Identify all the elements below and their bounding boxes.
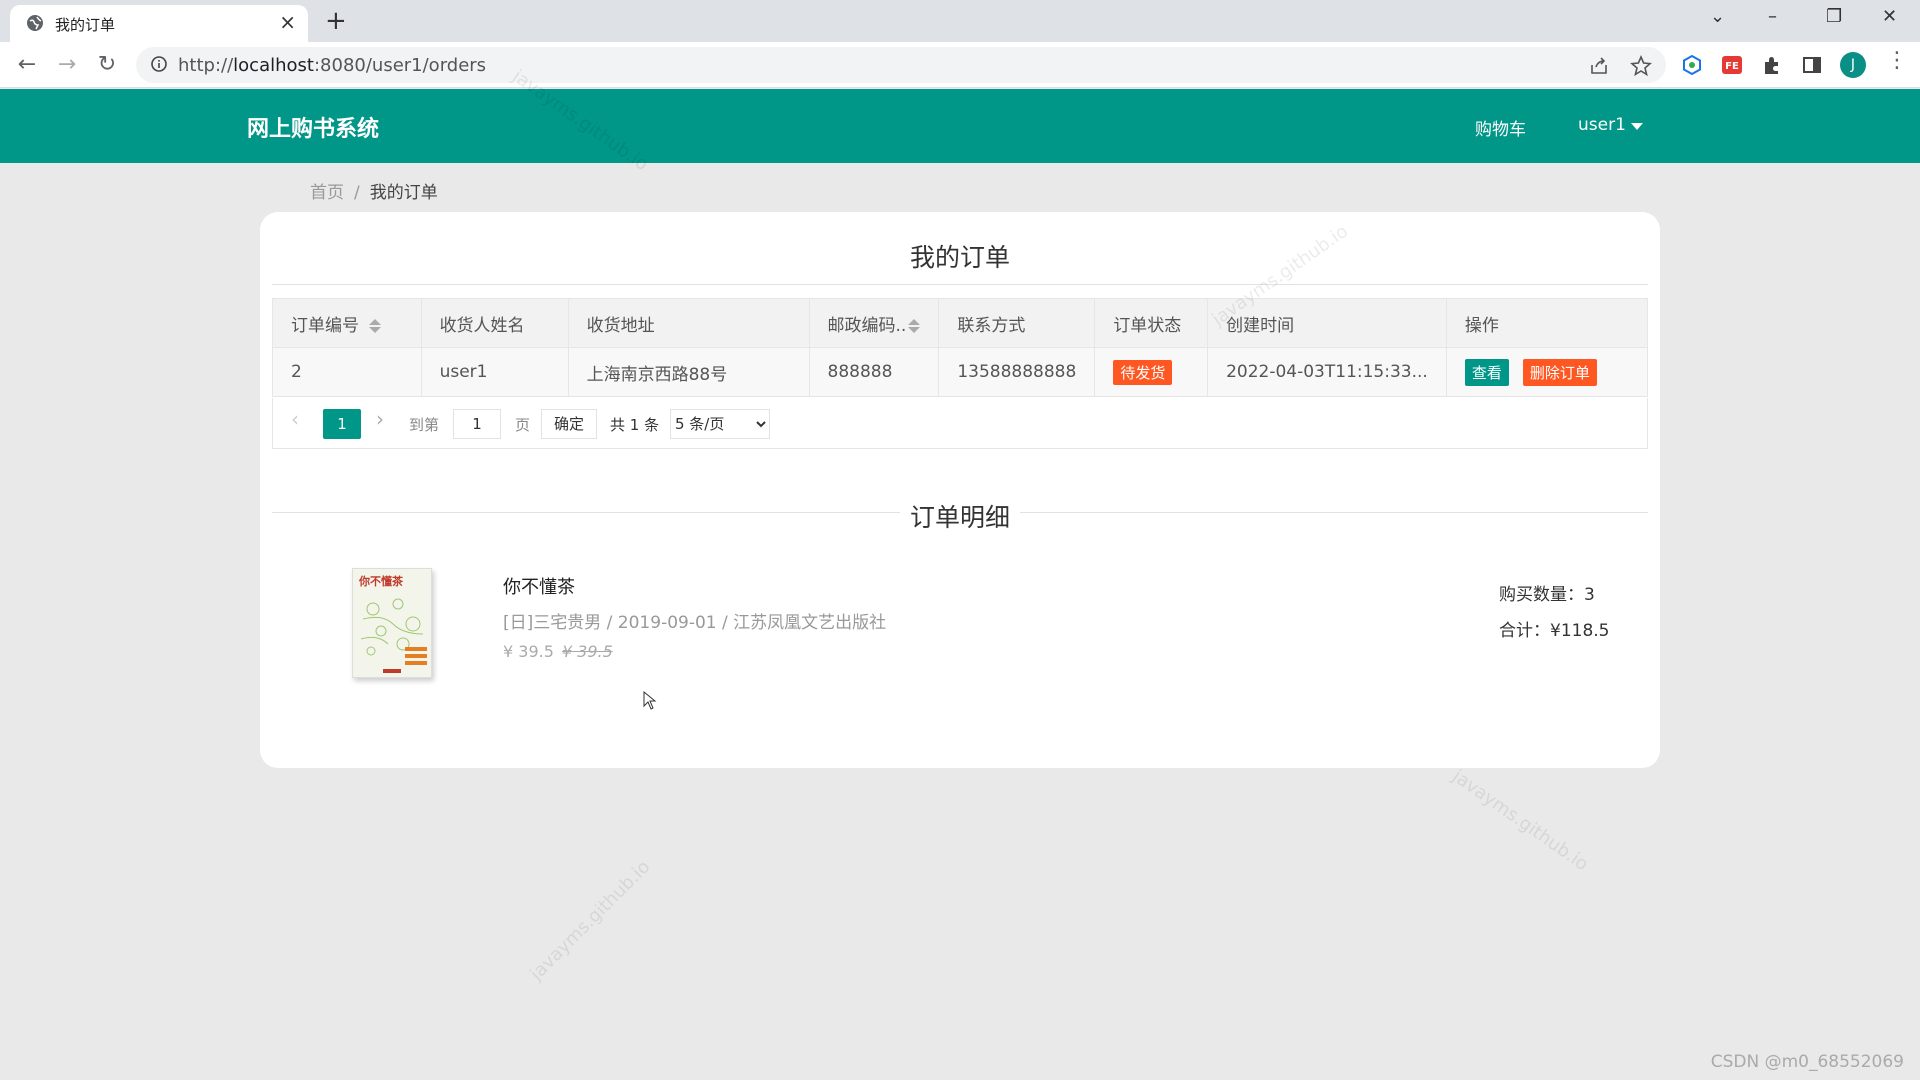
minimize-icon[interactable]: – <box>1768 6 1777 27</box>
share-icon[interactable] <box>1588 55 1610 77</box>
url-text: http://localhost:8080/user1/orders <box>178 55 487 76</box>
table-header-row: 订单编号 收货人姓名 收货地址 邮政编码.. 联系方式 订单状态 创建时间 操作 <box>272 298 1649 348</box>
forward-icon[interactable]: → <box>53 51 81 79</box>
browser-tab[interactable]: 我的订单 × <box>10 5 308 42</box>
breadcrumb: 首页 / 我的订单 <box>310 178 438 203</box>
mouse-cursor-icon <box>643 691 657 710</box>
extension-hexagon-icon[interactable] <box>1681 54 1703 76</box>
cover-title: 你不懂茶 <box>358 574 404 588</box>
page-label: 页 <box>515 416 531 434</box>
cell-actions: 查看 删除订单 <box>1445 347 1649 397</box>
tab-search-icon[interactable]: ⌄ <box>1710 6 1725 27</box>
cell-phone: 13588888888 <box>938 347 1096 397</box>
breadcrumb-current: 我的订单 <box>369 183 438 203</box>
detail-heading: 订单明细 <box>260 498 1660 534</box>
browser-tab-strip: 我的订单 × + ⌄ – ❐ ✕ <box>0 0 1920 42</box>
col-header-phone: 联系方式 <box>938 298 1096 348</box>
address-bar[interactable]: http://localhost:8080/user1/orders <box>136 47 1666 83</box>
bookmark-star-icon[interactable] <box>1630 55 1652 77</box>
nav-user-menu[interactable]: user1 <box>1578 115 1626 135</box>
cell-name: user1 <box>420 347 569 397</box>
cell-status: 待发货 <box>1094 347 1209 397</box>
page-size-select[interactable]: 5 条/页 <box>670 409 770 439</box>
orders-card: 我的订单 订单编号 收货人姓名 收货地址 邮政编码.. 联系方式 订单状态 创建… <box>260 212 1660 768</box>
original-price: ¥ 39.5 <box>561 642 613 661</box>
restore-icon[interactable]: ❐ <box>1826 6 1842 27</box>
close-window-icon[interactable]: ✕ <box>1882 6 1897 27</box>
col-header-address: 收货地址 <box>567 298 810 348</box>
tab-title: 我的订单 <box>55 16 116 34</box>
puzzle-extensions-icon[interactable] <box>1761 54 1783 76</box>
page-title: 我的订单 <box>909 243 1010 272</box>
delete-order-button[interactable]: 删除订单 <box>1522 358 1597 386</box>
col-header-created: 创建时间 <box>1207 298 1447 348</box>
book-cover-image: 你不懂茶 <box>352 568 432 678</box>
menu-kebab-icon[interactable]: ⋮ <box>1886 48 1908 73</box>
cell-address: 上海南京西路88号 <box>567 347 810 397</box>
cell-zip: 888888 <box>808 347 940 397</box>
col-header-status: 订单状态 <box>1094 298 1209 348</box>
view-order-button[interactable]: 查看 <box>1464 358 1509 386</box>
book-title: 你不懂茶 <box>503 577 575 598</box>
profile-avatar[interactable]: J <box>1840 52 1866 78</box>
app-header: 网上购书系统 购物车 user1 <box>0 89 1920 163</box>
site-logo[interactable]: 网上购书系统 <box>247 111 379 143</box>
current-price: ¥ 39.5 <box>503 642 554 661</box>
side-panel-icon[interactable] <box>1801 54 1823 76</box>
orders-table: 订单编号 收货人姓名 收货地址 邮政编码.. 联系方式 订单状态 创建时间 操作… <box>272 298 1649 397</box>
title-divider <box>272 284 1648 285</box>
breadcrumb-home[interactable]: 首页 <box>310 183 344 203</box>
goto-confirm-button[interactable]: 确定 <box>541 409 598 439</box>
goto-label: 到第 <box>409 416 440 434</box>
detail-title: 订单明细 <box>899 498 1020 534</box>
cell-order-id: 2 <box>272 347 422 397</box>
order-total: 合计：¥118.5 <box>1499 621 1610 641</box>
chevron-left-icon[interactable]: ‹ <box>291 407 299 431</box>
purchase-quantity: 购买数量：3 <box>1499 585 1595 605</box>
cell-created: 2022-04-03T11:15:33... <box>1207 347 1447 397</box>
col-header-order-id[interactable]: 订单编号 <box>272 298 422 348</box>
browser-toolbar: ← → ↻ http://localhost:8080/user1/orders… <box>0 42 1920 88</box>
breadcrumb-separator: / <box>354 183 360 203</box>
svg-text:FE: FE <box>1725 61 1739 72</box>
globe-icon <box>27 15 43 31</box>
close-tab-icon[interactable]: × <box>279 11 296 33</box>
table-row[interactable]: 2 user1 上海南京西路88号 888888 13588888888 待发货… <box>272 347 1649 397</box>
sort-icon[interactable] <box>908 318 921 334</box>
back-icon[interactable]: ← <box>13 51 41 79</box>
status-badge: 待发货 <box>1113 359 1173 385</box>
pagination: ‹ 1 › 到第 页 确定 共 1 条 5 条/页 <box>272 398 1648 449</box>
reload-icon[interactable]: ↻ <box>93 51 121 79</box>
caret-down-icon[interactable] <box>1631 123 1643 130</box>
col-header-actions: 操作 <box>1445 298 1649 348</box>
watermark: javayms.github.io <box>526 856 655 985</box>
book-price: ¥ 39.5 ¥ 39.5 <box>503 642 613 661</box>
chevron-right-icon[interactable]: › <box>376 407 384 431</box>
book-meta: [日]三宅贵男 / 2019-09-01 / 江苏凤凰文艺出版社 <box>503 613 887 633</box>
sort-icon[interactable] <box>369 318 381 334</box>
site-info-icon[interactable] <box>150 55 168 73</box>
new-tab-icon[interactable]: + <box>325 6 347 36</box>
watermark: javayms.github.io <box>1448 765 1592 876</box>
goto-page-input[interactable] <box>453 409 501 439</box>
page-current[interactable]: 1 <box>323 409 361 439</box>
total-count: 共 1 条 <box>610 416 660 434</box>
nav-cart-link[interactable]: 购物车 <box>1475 115 1526 140</box>
fe-extension-icon[interactable]: FE <box>1721 54 1743 76</box>
col-header-zip[interactable]: 邮政编码.. <box>808 298 940 348</box>
col-header-name: 收货人姓名 <box>420 298 569 348</box>
csdn-credit: CSDN @m0_68552069 <box>1710 1052 1904 1072</box>
